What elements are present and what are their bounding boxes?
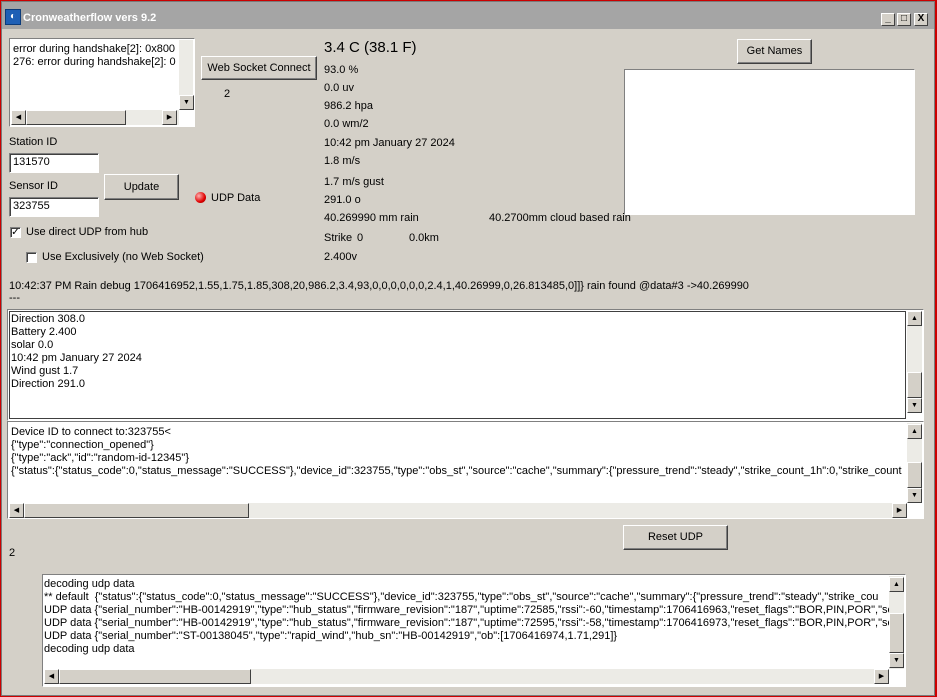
voltage-reading: 2.400v [324, 251, 358, 263]
strike-distance: 0.0km [409, 232, 439, 244]
log-line: UDP data {"serial_number":"HB-00142919",… [44, 617, 889, 629]
rain-reading: 40.269990 mm rain [324, 212, 419, 224]
error-log-line: 276: error during handshake[2]: 0 [13, 56, 176, 68]
uv-reading: 0.0 uv [324, 82, 354, 94]
scroll-up-arrow-icon[interactable]: ▲ [889, 577, 904, 592]
scroll-down-arrow-icon[interactable]: ▼ [179, 95, 194, 110]
udp-led-icon [195, 192, 206, 203]
sensor-id-label: Sensor ID [9, 180, 58, 192]
log-line: Battery 2.400 [11, 326, 77, 338]
websocket-count: 2 [224, 88, 231, 100]
scroll-up-arrow-icon[interactable]: ▲ [907, 424, 922, 439]
get-names-button[interactable]: Get Names [737, 39, 812, 64]
sensor-id-input[interactable]: 323755 [9, 197, 99, 217]
udp-count: 2 [9, 547, 16, 559]
minimize-button[interactable]: _ [881, 13, 895, 26]
log-line: decoding udp data [44, 643, 135, 655]
scroll-up-arrow-icon[interactable]: ▲ [907, 311, 922, 326]
log-line: Direction 308.0 [11, 313, 85, 325]
log-line: UDP data {"serial_number":"ST-00138045",… [44, 630, 618, 642]
station-id-input[interactable]: 131570 [9, 153, 99, 173]
log-line: Wind gust 1.7 [11, 365, 79, 377]
log-inner-frame [9, 311, 906, 419]
scroll-left-arrow-icon[interactable]: ◀ [44, 669, 59, 684]
udp-log-box[interactable]: decoding udp data ** default {"status":{… [42, 574, 906, 687]
log-line: {"type":"ack","id":"random-id-12345"} [11, 452, 189, 464]
scroll-right-arrow-icon[interactable]: ▶ [892, 503, 907, 518]
solar-reading: 0.0 wm/2 [324, 118, 369, 130]
humidity-reading: 93.0 % [324, 64, 359, 76]
scroll-right-arrow-icon[interactable]: ▶ [874, 669, 889, 684]
scrollbar-thumb[interactable] [907, 372, 922, 398]
web-socket-connect-button[interactable]: Web Socket Connect [201, 56, 317, 80]
direction-reading: 291.0 o [324, 194, 361, 206]
pressure-reading: 986.2 hpa [324, 100, 373, 112]
log-line: ** default {"status":{"status_code":0,"s… [44, 591, 879, 603]
log-line: Device ID to connect to:323755< [11, 426, 171, 438]
maximize-button[interactable]: □ [897, 13, 911, 26]
title-bar: ◐ Cronweatherflow vers 9.2 _ □ X [2, 2, 934, 29]
error-log-line: error during handshake[2]: 0x800 [13, 43, 176, 55]
scrollbar-thumb[interactable] [889, 613, 904, 653]
strike-count: 0 [357, 232, 364, 244]
decoded-log-box[interactable]: Direction 308.0 Battery 2.400 solar 0.0 … [7, 309, 924, 421]
log-line: {"type":"connection_opened"} [11, 439, 154, 451]
gust-reading: 1.7 m/s gust [324, 176, 384, 188]
udp-direct-checkbox[interactable]: ✓ [10, 227, 21, 238]
temperature-reading: 3.4 C (38.1 F) [324, 39, 417, 56]
wind-reading: 1.8 m/s [324, 155, 361, 167]
udp-direct-label[interactable]: Use direct UDP from hub [26, 226, 148, 238]
use-exclusively-checkbox[interactable] [26, 252, 37, 263]
names-list-box[interactable] [624, 69, 915, 215]
station-id-label: Station ID [9, 136, 58, 148]
datetime-reading: 10:42 pm January 27 2024 [324, 137, 455, 149]
weatherflow-app-icon: ◐ [5, 9, 21, 25]
update-button[interactable]: Update [104, 174, 179, 200]
rain-debug-separator: --- [9, 292, 20, 304]
scroll-down-arrow-icon[interactable]: ▼ [907, 488, 922, 503]
strike-label: Strike [324, 232, 353, 244]
main-window: ◐ Cronweatherflow vers 9.2 _ □ X error d… [1, 1, 935, 696]
reset-udp-button[interactable]: Reset UDP [623, 525, 728, 550]
websocket-log-box[interactable]: Device ID to connect to:323755< {"type":… [7, 421, 924, 519]
scrollbar-thumb[interactable] [907, 462, 922, 488]
scroll-down-arrow-icon[interactable]: ▼ [889, 653, 904, 668]
cloud-rain-reading: 40.2700mm cloud based rain [489, 212, 631, 224]
scroll-left-arrow-icon[interactable]: ◀ [9, 503, 24, 518]
use-exclusively-label[interactable]: Use Exclusively (no Web Socket) [42, 251, 204, 263]
log-line: solar 0.0 [11, 339, 54, 351]
scroll-left-arrow-icon[interactable]: ◀ [11, 110, 26, 125]
close-button[interactable]: X [914, 13, 928, 26]
log-line: UDP data {"serial_number":"HB-00142919",… [44, 604, 889, 616]
scroll-down-arrow-icon[interactable]: ▼ [907, 398, 922, 413]
rain-debug-text: 10:42:37 PM Rain debug 1706416952,1.55,1… [9, 280, 749, 292]
log-line: decoding udp data [44, 578, 135, 590]
scrollbar-thumb[interactable] [24, 503, 249, 518]
log-line: {"status":{"status_code":0,"status_messa… [11, 465, 902, 477]
scroll-right-arrow-icon[interactable]: ▶ [162, 110, 177, 125]
error-log-box[interactable]: error during handshake[2]: 0x800 276: er… [9, 38, 195, 127]
window-title: Cronweatherflow vers 9.2 [23, 12, 157, 24]
scrollbar-thumb[interactable] [26, 110, 126, 125]
udp-data-label: UDP Data [211, 192, 261, 204]
scrollbar-thumb[interactable] [59, 669, 251, 684]
log-line: 10:42 pm January 27 2024 [11, 352, 142, 364]
log-line: Direction 291.0 [11, 378, 85, 390]
